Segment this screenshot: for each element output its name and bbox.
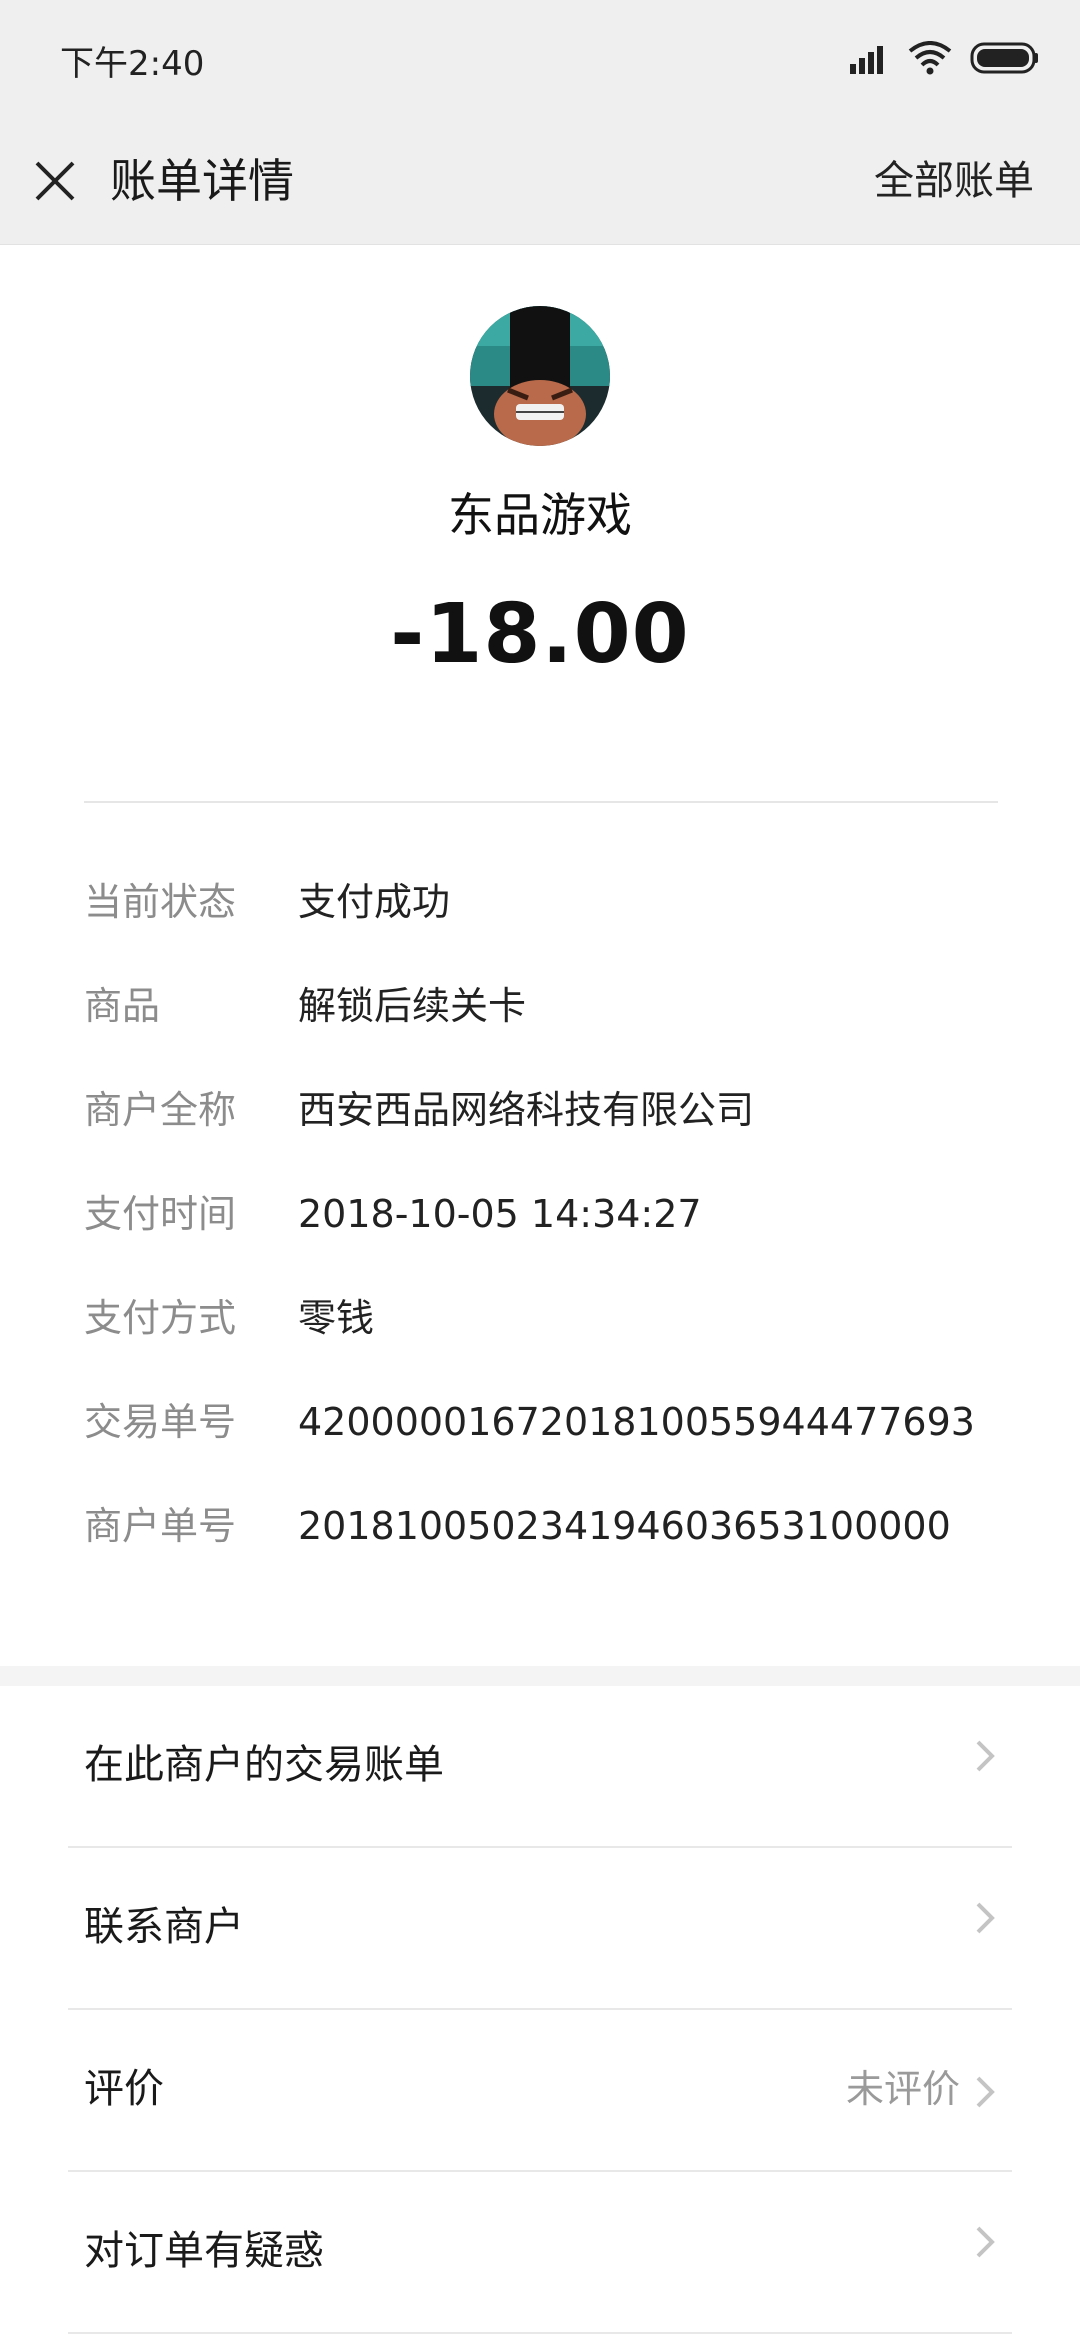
detail-row-merchant-order-id: 商户单号 201810050234194603653100000 [84, 1490, 998, 1594]
menu-item-order-question[interactable]: 对订单有疑惑 [0, 2172, 1080, 2334]
signal-icon [850, 46, 883, 74]
menu-item-right [960, 2218, 996, 2260]
detail-label: 商户单号 [84, 1504, 237, 1548]
menu-item-label: 评价 [84, 2066, 164, 2112]
detail-row-merchant-fullname: 商户全称 西安西品网络科技有限公司 [84, 1074, 998, 1178]
detail-row-status: 当前状态 支付成功 [84, 866, 998, 970]
detail-row-payment-method: 支付方式 零钱 [84, 1282, 998, 1386]
detail-label: 商品 [84, 984, 161, 1028]
detail-value: 4200000167201810055944477693 [298, 1400, 975, 1444]
page-title: 账单详情 [110, 154, 294, 208]
menu-item-contact-merchant[interactable]: 联系商户 [0, 1848, 1080, 2010]
chevron-right-icon [976, 2076, 995, 2108]
wifi-icon [908, 41, 952, 75]
avatar-image [470, 306, 610, 446]
detail-value: 解锁后续关卡 [298, 984, 527, 1028]
status-icons [850, 40, 1040, 76]
menu-item-label: 对订单有疑惑 [84, 2228, 324, 2274]
status-time: 下午2:40 [60, 44, 205, 84]
divider [84, 801, 998, 803]
close-button[interactable] [20, 138, 90, 224]
detail-row-payment-time: 支付时间 2018-10-05 14:34:27 [84, 1178, 998, 1282]
close-icon [35, 161, 75, 201]
detail-row-product: 商品 解锁后续关卡 [84, 970, 998, 1074]
rating-status: 未评价 [845, 2067, 960, 2111]
menu-item-right [960, 1894, 996, 1936]
detail-label: 支付方式 [84, 1296, 237, 1340]
battery-icon [970, 42, 1038, 74]
menu-item-right [960, 1732, 996, 1774]
detail-label: 交易单号 [84, 1400, 237, 1444]
merchant-avatar [470, 306, 610, 446]
detail-value: 支付成功 [298, 880, 451, 924]
action-menu: 在此商户的交易账单 联系商户 评价 未评价 对订单有疑惑 [0, 1686, 1080, 2334]
chevron-right-icon [976, 1740, 995, 1772]
detail-value: 2018-10-05 14:34:27 [298, 1192, 702, 1236]
menu-item-right: 未评价 [846, 2056, 996, 2122]
detail-label: 支付时间 [84, 1192, 237, 1236]
menu-item-label: 在此商户的交易账单 [84, 1742, 444, 1788]
nav-bar: 账单详情 全部账单 [0, 118, 1080, 245]
detail-label: 当前状态 [84, 880, 237, 924]
detail-value: 西安西品网络科技有限公司 [298, 1088, 755, 1132]
payment-amount: -18.00 [390, 587, 690, 682]
bill-details: 当前状态 支付成功 商品 解锁后续关卡 商户全称 西安西品网络科技有限公司 支付… [84, 866, 998, 1594]
detail-label: 商户全称 [84, 1088, 237, 1132]
merchant-name: 东品游戏 [448, 488, 632, 542]
status-bar: 下午2:40 [0, 0, 1080, 118]
section-separator [0, 1666, 1080, 1686]
detail-value: 201810050234194603653100000 [298, 1504, 951, 1548]
all-bills-link[interactable]: 全部账单 [874, 150, 1034, 212]
detail-value: 零钱 [298, 1296, 375, 1340]
chevron-right-icon [976, 1902, 995, 1934]
menu-item-merchant-bills[interactable]: 在此商户的交易账单 [0, 1686, 1080, 1848]
chevron-right-icon [976, 2226, 995, 2258]
detail-row-transaction-id: 交易单号 4200000167201810055944477693 [84, 1386, 998, 1490]
menu-item-label: 联系商户 [84, 1904, 244, 1950]
menu-item-rating[interactable]: 评价 未评价 [0, 2010, 1080, 2172]
